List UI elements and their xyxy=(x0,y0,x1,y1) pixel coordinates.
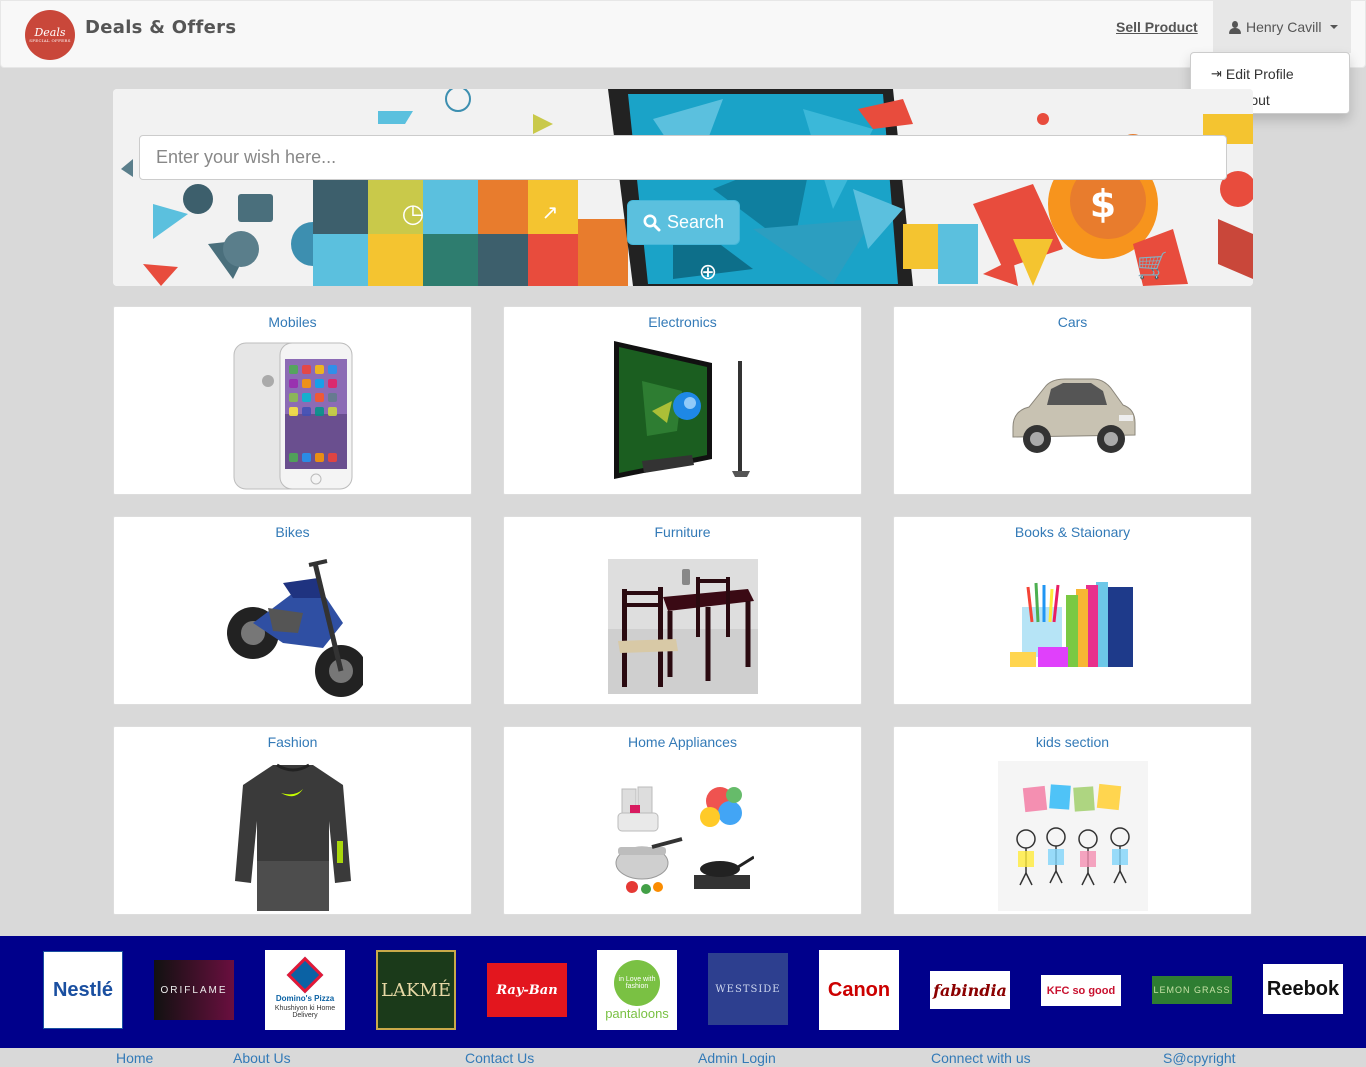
brand-tagline: in Love with fashion xyxy=(614,959,660,1006)
footer-copyright-link[interactable]: S@cpyright xyxy=(1163,1050,1236,1066)
brand-tagline: Khushiyon ki Home Delivery xyxy=(274,1004,336,1019)
user-menu-toggle[interactable]: Henry Cavill xyxy=(1213,1,1351,53)
svg-text:↗: ↗ xyxy=(542,200,559,224)
brand-logo-oriflame[interactable]: ORIFLAME xyxy=(154,960,234,1020)
brand-logo-subtext: SPECIAL OFFERS xyxy=(29,37,71,43)
category-card-fashion[interactable]: Fashion xyxy=(113,726,472,915)
brand-logo-fabindia[interactable]: fabindia xyxy=(930,971,1010,1009)
category-title[interactable]: Furniture xyxy=(504,524,861,540)
brand-logo-reebok[interactable]: Reebok xyxy=(1263,964,1343,1014)
navbar: Deals SPECIAL OFFERS Deals & Offers Sell… xyxy=(0,0,1366,68)
user-name: Henry Cavill xyxy=(1246,19,1322,35)
caret-down-icon xyxy=(1330,25,1339,29)
brand-logo-kfc[interactable]: KFC so good xyxy=(1041,975,1121,1006)
brand-logo-rayban[interactable]: Ray-Ban xyxy=(487,963,567,1017)
brand-label: LAKMÉ xyxy=(381,979,451,1001)
category-title[interactable]: Electronics xyxy=(504,314,861,330)
banner-illustration: $ ◷ ↗ 🛒 ⊕ xyxy=(113,89,1253,286)
footer-home-link[interactable]: Home xyxy=(116,1050,153,1066)
category-card-books-stationery[interactable]: Books & Staionary xyxy=(893,516,1252,705)
brand-label: Ray-Ban xyxy=(496,982,558,998)
home-appliances-image xyxy=(615,786,754,894)
category-card-kids[interactable]: kids section xyxy=(893,726,1252,915)
log-in-icon: ⇥ xyxy=(1211,66,1222,82)
brand-label: Nestlé xyxy=(52,978,114,1001)
footer-admin-login-link[interactable]: Admin Login xyxy=(698,1050,776,1066)
user-icon xyxy=(1229,20,1241,34)
search-input[interactable] xyxy=(139,135,1227,180)
kids-image xyxy=(997,761,1148,911)
motorbike-image xyxy=(226,559,363,697)
category-card-mobiles[interactable]: Mobiles xyxy=(113,306,472,495)
brand-label: LEMON GRASS xyxy=(1153,985,1231,995)
brand-label: fabindia xyxy=(933,980,1007,1000)
dominos-tile-icon xyxy=(286,956,324,993)
category-title[interactable]: Books & Staionary xyxy=(894,524,1251,540)
television-image xyxy=(613,341,750,479)
search-icon xyxy=(643,214,661,231)
brand-label: ORIFLAME xyxy=(160,984,228,996)
svg-text:🛒: 🛒 xyxy=(1137,250,1169,281)
category-title[interactable]: Mobiles xyxy=(114,314,471,330)
category-card-electronics[interactable]: Electronics xyxy=(503,306,862,495)
footer-contact-link[interactable]: Contact Us xyxy=(465,1050,534,1066)
category-card-home-appliances[interactable]: Home Appliances xyxy=(503,726,862,915)
edit-profile-menu-item[interactable]: ⇥ Edit Profile xyxy=(1191,61,1349,87)
svg-text:⊕: ⊕ xyxy=(699,260,717,285)
brand-label: pantaloons xyxy=(605,1005,669,1021)
svg-text:$: $ xyxy=(1090,182,1116,226)
stationery-image xyxy=(1009,582,1133,667)
footer-connect-link[interactable]: Connect with us xyxy=(931,1050,1031,1066)
brand-label: WESTSIDE xyxy=(715,983,781,995)
category-title[interactable]: Fashion xyxy=(114,734,471,750)
brand-logo[interactable]: Deals SPECIAL OFFERS xyxy=(25,10,75,60)
category-title[interactable]: kids section xyxy=(894,734,1251,750)
brand-logo-pantaloons[interactable]: in Love with fashion pantaloons xyxy=(597,950,677,1030)
brand-label: KFC so good xyxy=(1046,984,1116,997)
category-card-furniture[interactable]: Furniture xyxy=(503,516,862,705)
brand-label: Canon xyxy=(827,978,891,1001)
sell-product-link[interactable]: Sell Product xyxy=(1116,19,1198,35)
brand-name[interactable]: Deals & Offers xyxy=(85,17,236,38)
brand-label: Domino's Pizza xyxy=(275,993,335,1003)
svg-text:◷: ◷ xyxy=(402,199,425,229)
fashion-shirt-image xyxy=(234,763,351,911)
car-image xyxy=(1012,378,1135,453)
brand-label: Reebok xyxy=(1266,977,1340,1000)
search-button[interactable]: Search xyxy=(627,200,740,245)
brand-logo-nestle[interactable]: Nestlé xyxy=(43,951,123,1029)
brand-logo-text: Deals xyxy=(34,25,66,39)
search-button-label: Search xyxy=(666,212,725,232)
category-card-bikes[interactable]: Bikes xyxy=(113,516,472,705)
category-title[interactable]: Home Appliances xyxy=(504,734,861,750)
brand-logo-lakme[interactable]: LAKMÉ xyxy=(376,950,456,1030)
furniture-image xyxy=(607,559,758,694)
category-title[interactable]: Cars xyxy=(894,314,1251,330)
category-title[interactable]: Bikes xyxy=(114,524,471,540)
brand-logo-dominos[interactable]: Domino's Pizza Khushiyon ki Home Deliver… xyxy=(265,950,345,1030)
brand-logo-lemongrass[interactable]: LEMON GRASS xyxy=(1152,976,1232,1004)
hero-banner: $ ◷ ↗ 🛒 ⊕ xyxy=(113,89,1253,286)
brand-logo-westside[interactable]: WESTSIDE xyxy=(708,953,788,1025)
edit-profile-label: Edit Profile xyxy=(1225,66,1294,82)
footer-about-link[interactable]: About Us xyxy=(233,1050,291,1066)
brand-logo-canon[interactable]: Canon xyxy=(819,950,899,1030)
category-card-cars[interactable]: Cars xyxy=(893,306,1252,495)
mobile-phone-image xyxy=(233,342,352,490)
